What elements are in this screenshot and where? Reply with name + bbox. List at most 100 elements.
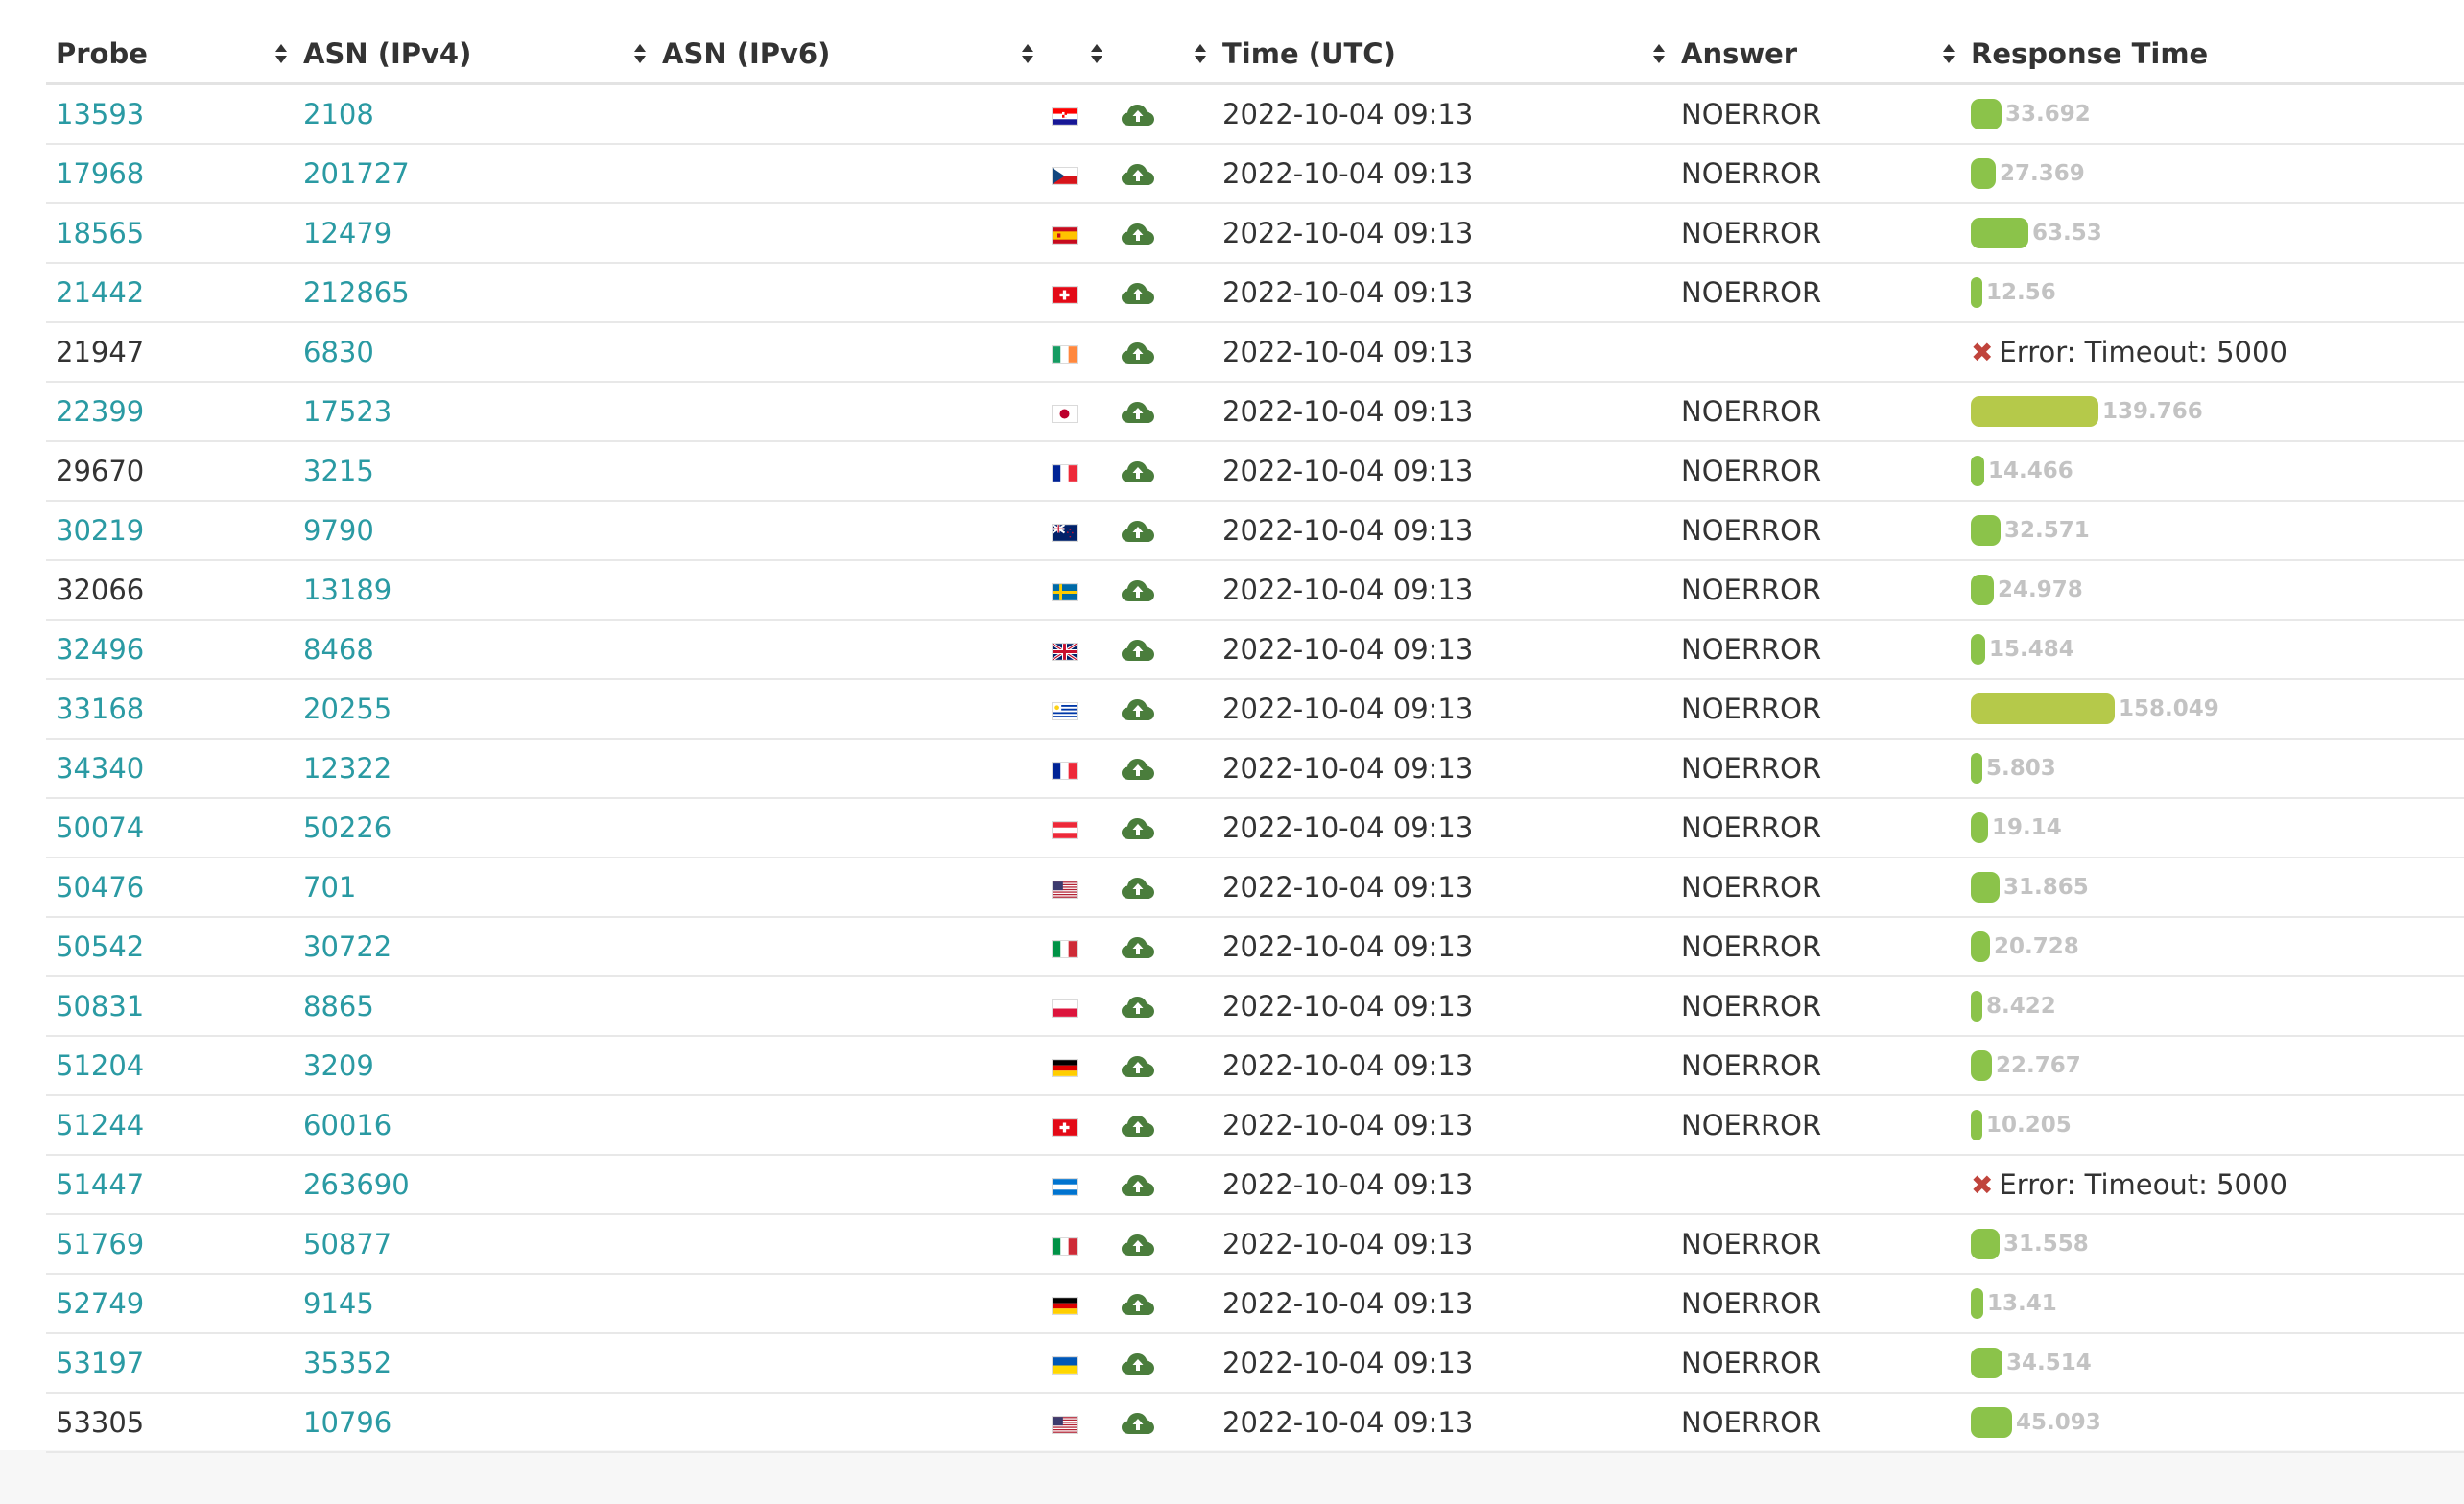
column-header-probe[interactable]: Probe — [46, 25, 294, 85]
sort-icon[interactable] — [1022, 44, 1033, 63]
cloud-upload-icon[interactable] — [1121, 1292, 1155, 1319]
cell-answer — [1671, 322, 1961, 383]
cloud-upload-icon[interactable] — [1121, 1114, 1155, 1140]
cell-status — [1107, 263, 1213, 323]
cell-status — [1107, 382, 1213, 442]
asn-ipv4-link[interactable]: 12479 — [303, 217, 391, 249]
response-time-value: 32.571 — [2004, 518, 2090, 543]
cloud-upload-icon[interactable] — [1121, 341, 1155, 367]
asn-ipv4-link[interactable]: 8865 — [303, 990, 374, 1022]
probe-id[interactable]: 32496 — [56, 633, 144, 666]
asn-ipv4-link[interactable]: 212865 — [303, 276, 410, 309]
timestamp: 2022-10-04 09:13 — [1222, 574, 1474, 606]
cloud-upload-icon[interactable] — [1121, 400, 1155, 427]
asn-ipv4-link[interactable]: 50226 — [303, 811, 391, 844]
probe-id[interactable]: 17968 — [56, 157, 144, 190]
cell-probe: 50074 — [46, 798, 294, 858]
probe-id[interactable]: 50542 — [56, 930, 144, 963]
column-header-asn-ipv6[interactable]: ASN (IPv6) — [652, 25, 1040, 85]
cell-probe: 21947 — [46, 322, 294, 383]
sort-icon[interactable] — [634, 44, 646, 63]
table-row: 17968 201727 2022-10-04 09:13 NOERROR 27.369 — [46, 144, 2464, 204]
probe-id[interactable]: 50831 — [56, 990, 144, 1022]
cloud-upload-icon[interactable] — [1121, 816, 1155, 843]
asn-ipv4-link[interactable]: 20255 — [303, 693, 391, 725]
cloud-upload-icon[interactable] — [1121, 519, 1155, 546]
column-header-answer[interactable]: Answer — [1671, 25, 1961, 85]
probe-id[interactable]: 33168 — [56, 693, 144, 725]
error-x-icon: ✖ — [1971, 337, 1994, 368]
probe-id[interactable]: 51447 — [56, 1168, 144, 1201]
cloud-upload-icon[interactable] — [1121, 995, 1155, 1022]
asn-ipv4-link[interactable]: 13189 — [303, 574, 391, 606]
asn-ipv4-link[interactable]: 201727 — [303, 157, 410, 190]
probe-id[interactable]: 50074 — [56, 811, 144, 844]
probe-id[interactable]: 50476 — [56, 871, 144, 904]
cloud-upload-icon[interactable] — [1121, 1173, 1155, 1200]
flag-croatia-icon — [1052, 106, 1078, 126]
cloud-upload-icon[interactable] — [1121, 757, 1155, 784]
cloud-upload-icon[interactable] — [1121, 1411, 1155, 1438]
sort-icon[interactable] — [1943, 44, 1955, 63]
probe-id[interactable]: 13593 — [56, 98, 144, 130]
asn-ipv4-link[interactable]: 12322 — [303, 752, 391, 785]
cloud-upload-icon[interactable] — [1121, 1054, 1155, 1081]
cloud-upload-icon[interactable] — [1121, 281, 1155, 308]
asn-ipv4-link[interactable]: 60016 — [303, 1109, 391, 1141]
asn-ipv4-link[interactable]: 8468 — [303, 633, 374, 666]
column-header-status[interactable] — [1107, 25, 1213, 85]
cloud-upload-icon[interactable] — [1121, 1351, 1155, 1378]
cloud-upload-icon[interactable] — [1121, 162, 1155, 189]
sort-icon[interactable] — [1091, 44, 1102, 63]
cloud-upload-icon[interactable] — [1121, 459, 1155, 486]
cloud-upload-icon[interactable] — [1121, 935, 1155, 962]
asn-ipv4-link[interactable]: 701 — [303, 871, 356, 904]
probe-id[interactable]: 22399 — [56, 395, 144, 428]
probe-id[interactable]: 51244 — [56, 1109, 144, 1141]
cell-response-time: ✖ Error: Timeout: 5000 — [1961, 322, 2464, 383]
asn-ipv4-link[interactable]: 263690 — [303, 1168, 410, 1201]
cloud-upload-icon[interactable] — [1121, 222, 1155, 248]
sort-icon[interactable] — [1653, 44, 1665, 63]
probe-id[interactable]: 21442 — [56, 276, 144, 309]
asn-ipv4-link[interactable]: 17523 — [303, 395, 391, 428]
cell-response-time: 15.484 — [1961, 620, 2464, 680]
response-time-indicator: 13.41 — [1971, 1288, 2464, 1319]
asn-ipv4-link[interactable]: 35352 — [303, 1347, 391, 1379]
column-header-country[interactable] — [1040, 25, 1107, 85]
sort-icon[interactable] — [275, 44, 287, 63]
asn-ipv4-link[interactable]: 3215 — [303, 455, 374, 487]
cell-country — [1040, 263, 1107, 323]
asn-ipv4-link[interactable]: 6830 — [303, 336, 374, 368]
flag-germany-icon — [1052, 1058, 1078, 1077]
cloud-upload-icon[interactable] — [1121, 697, 1155, 724]
probe-id[interactable]: 52749 — [56, 1287, 144, 1320]
cloud-upload-icon[interactable] — [1121, 578, 1155, 605]
cell-asn-ipv6 — [652, 203, 1040, 264]
probe-id[interactable]: 34340 — [56, 752, 144, 785]
probe-id[interactable]: 18565 — [56, 217, 144, 249]
cell-asn-ipv6 — [652, 1155, 1040, 1215]
probe-id[interactable]: 30219 — [56, 514, 144, 547]
probe-id[interactable]: 53197 — [56, 1347, 144, 1379]
asn-ipv4-link[interactable]: 2108 — [303, 98, 374, 130]
column-header-time[interactable]: Time (UTC) — [1213, 25, 1671, 85]
cell-probe: 53197 — [46, 1333, 294, 1394]
cell-country — [1040, 144, 1107, 204]
cloud-upload-icon[interactable] — [1121, 103, 1155, 129]
probe-id[interactable]: 51204 — [56, 1049, 144, 1082]
flag-japan-icon — [1052, 404, 1078, 423]
asn-ipv4-link[interactable]: 9145 — [303, 1287, 374, 1320]
sort-icon[interactable] — [1195, 44, 1206, 63]
asn-ipv4-link[interactable]: 30722 — [303, 930, 391, 963]
asn-ipv4-link[interactable]: 3209 — [303, 1049, 374, 1082]
asn-ipv4-link[interactable]: 10796 — [303, 1406, 391, 1439]
cloud-upload-icon[interactable] — [1121, 876, 1155, 903]
cloud-upload-icon[interactable] — [1121, 1233, 1155, 1259]
probe-id[interactable]: 51769 — [56, 1228, 144, 1260]
cloud-upload-icon[interactable] — [1121, 638, 1155, 665]
column-header-asn-ipv4[interactable]: ASN (IPv4) — [294, 25, 652, 85]
column-header-response-time[interactable]: Response Time — [1961, 25, 2464, 85]
asn-ipv4-link[interactable]: 9790 — [303, 514, 374, 547]
asn-ipv4-link[interactable]: 50877 — [303, 1228, 391, 1260]
